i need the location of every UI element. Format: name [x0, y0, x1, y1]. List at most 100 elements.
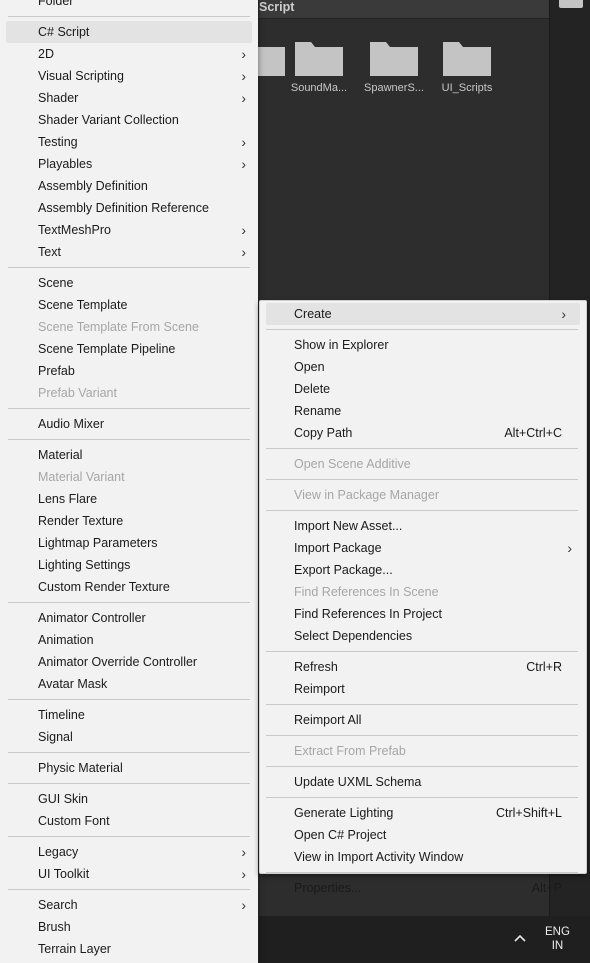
create-item-gui-skin[interactable]: GUI Skin — [0, 788, 258, 810]
create-item-assembly-definition-reference[interactable]: Assembly Definition Reference — [0, 197, 258, 219]
create-item-material[interactable]: Material — [0, 444, 258, 466]
create-item-brush[interactable]: Brush — [0, 916, 258, 938]
folder-item[interactable]: UI_Scripts — [432, 38, 502, 94]
menu-item-label: Text — [38, 245, 61, 259]
create-item-csharp-script[interactable]: C# Script — [6, 21, 252, 43]
create-item-physic-material[interactable]: Physic Material — [0, 757, 258, 779]
create-item-prefab[interactable]: Prefab — [0, 360, 258, 382]
panel-button[interactable] — [559, 0, 583, 8]
menu-separator — [260, 444, 586, 453]
menu-item-label: Assembly Definition — [38, 179, 148, 193]
menu-item-label: Material — [38, 448, 83, 462]
menu-item-label: Show in Explorer — [294, 338, 389, 352]
create-item-scene-template[interactable]: Scene Template — [0, 294, 258, 316]
context-item-generate-lighting[interactable]: Generate Lighting Ctrl+Shift+L — [260, 802, 586, 824]
context-item-export-package[interactable]: Export Package... — [260, 559, 586, 581]
create-item-animator-controller[interactable]: Animator Controller — [0, 607, 258, 629]
menu-item-label: Scene Template Pipeline — [38, 342, 176, 356]
create-item-custom-render-texture[interactable]: Custom Render Texture — [0, 576, 258, 598]
chevron-right-icon: › — [241, 222, 246, 238]
menu-item-label: Search — [38, 898, 78, 912]
create-item-search[interactable]: Search › — [0, 894, 258, 916]
create-item-text[interactable]: Text › — [0, 241, 258, 263]
create-item-lighting-settings[interactable]: Lighting Settings — [0, 554, 258, 576]
chevron-up-icon[interactable] — [511, 929, 529, 947]
taskbar: ENG IN — [259, 916, 590, 963]
create-item-ui-toolkit[interactable]: UI Toolkit › — [0, 863, 258, 885]
create-item-lens-flare[interactable]: Lens Flare — [0, 488, 258, 510]
create-item-animation[interactable]: Animation — [0, 629, 258, 651]
context-item-update-uxml-schema[interactable]: Update UXML Schema — [260, 771, 586, 793]
context-item-reimport-all[interactable]: Reimport All — [260, 709, 586, 731]
context-item-open-csharp-project[interactable]: Open C# Project — [260, 824, 586, 846]
project-header: Script — [259, 0, 549, 19]
context-item-view-in-import-activity-window[interactable]: View in Import Activity Window — [260, 846, 586, 868]
create-item-textmeshpro[interactable]: TextMeshPro › — [0, 219, 258, 241]
folder-item[interactable]: SoundMa... — [284, 38, 354, 94]
menu-separator — [260, 700, 586, 709]
menu-item-label: Select Dependencies — [294, 629, 413, 643]
context-item-find-references-in-project[interactable]: Find References In Project — [260, 603, 586, 625]
context-item-import-package[interactable]: Import Package › — [260, 537, 586, 559]
create-item-shader-variant-collection[interactable]: Shader Variant Collection — [0, 109, 258, 131]
shortcut-label: Alt+Ctrl+C — [504, 426, 562, 440]
menu-item-label: Find References In Scene — [294, 585, 439, 599]
menu-separator — [0, 598, 258, 607]
create-item-render-texture[interactable]: Render Texture — [0, 510, 258, 532]
context-item-rename[interactable]: Rename — [260, 400, 586, 422]
menu-item-label: Scene — [38, 276, 74, 290]
menu-separator — [0, 779, 258, 788]
context-item-copy-path[interactable]: Copy Path Alt+Ctrl+C — [260, 422, 586, 444]
create-item-assembly-definition[interactable]: Assembly Definition — [0, 175, 258, 197]
chevron-right-icon: › — [567, 540, 572, 556]
context-item-reimport[interactable]: Reimport — [260, 678, 586, 700]
context-item-show-in-explorer[interactable]: Show in Explorer — [260, 334, 586, 356]
menu-separator — [0, 748, 258, 757]
create-item-legacy[interactable]: Legacy › — [0, 841, 258, 863]
context-item-open[interactable]: Open — [260, 356, 586, 378]
menu-item-label: Export Package... — [294, 563, 393, 577]
create-item-custom-font[interactable]: Custom Font — [0, 810, 258, 832]
create-item-scene[interactable]: Scene — [0, 272, 258, 294]
menu-separator — [0, 832, 258, 841]
create-item-shader[interactable]: Shader › — [0, 87, 258, 109]
create-item-timeline[interactable]: Timeline — [0, 704, 258, 726]
create-item-animator-override-controller[interactable]: Animator Override Controller — [0, 651, 258, 673]
menu-item-label: Open — [294, 360, 325, 374]
create-item-visual-scripting[interactable]: Visual Scripting › — [0, 65, 258, 87]
menu-item-label: Generate Lighting — [294, 806, 394, 820]
context-item-refresh[interactable]: Refresh Ctrl+R — [260, 656, 586, 678]
menu-item-label: Shader Variant Collection — [38, 113, 179, 127]
chevron-right-icon: › — [241, 844, 246, 860]
create-item-folder[interactable]: Folder — [0, 0, 258, 12]
chevron-right-icon: › — [241, 68, 246, 84]
chevron-right-icon: › — [241, 90, 246, 106]
create-item-scene-template-pipeline[interactable]: Scene Template Pipeline — [0, 338, 258, 360]
menu-item-label: Rename — [294, 404, 342, 418]
menu-item-label: View in Package Manager — [294, 488, 439, 502]
menu-separator — [260, 731, 586, 740]
create-item-terrain-layer[interactable]: Terrain Layer — [0, 938, 258, 960]
context-item-select-dependencies[interactable]: Select Dependencies — [260, 625, 586, 647]
context-item-find-references-in-scene: Find References In Scene — [260, 581, 586, 603]
menu-separator — [260, 762, 586, 771]
breadcrumb[interactable]: Script — [259, 0, 294, 14]
create-item-avatar-mask[interactable]: Avatar Mask — [0, 673, 258, 695]
context-item-create[interactable]: Create › — [266, 303, 580, 325]
folder-item[interactable]: SpawnerS... — [359, 38, 429, 94]
menu-separator — [260, 793, 586, 802]
context-item-import-new-asset[interactable]: Import New Asset... — [260, 515, 586, 537]
menu-item-label: Import Package — [294, 541, 382, 555]
create-item-lightmap-parameters[interactable]: Lightmap Parameters — [0, 532, 258, 554]
create-item-playables[interactable]: Playables › — [0, 153, 258, 175]
language-indicator[interactable]: ENG IN — [545, 925, 570, 953]
language-code: ENG — [545, 926, 570, 938]
context-item-properties[interactable]: Properties... Alt+P — [260, 877, 586, 899]
chevron-right-icon: › — [241, 866, 246, 882]
create-item-2d[interactable]: 2D › — [0, 43, 258, 65]
create-item-signal[interactable]: Signal — [0, 726, 258, 748]
create-item-testing[interactable]: Testing › — [0, 131, 258, 153]
create-item-audio-mixer[interactable]: Audio Mixer — [0, 413, 258, 435]
menu-item-label: Legacy — [38, 845, 79, 859]
context-item-delete[interactable]: Delete — [260, 378, 586, 400]
